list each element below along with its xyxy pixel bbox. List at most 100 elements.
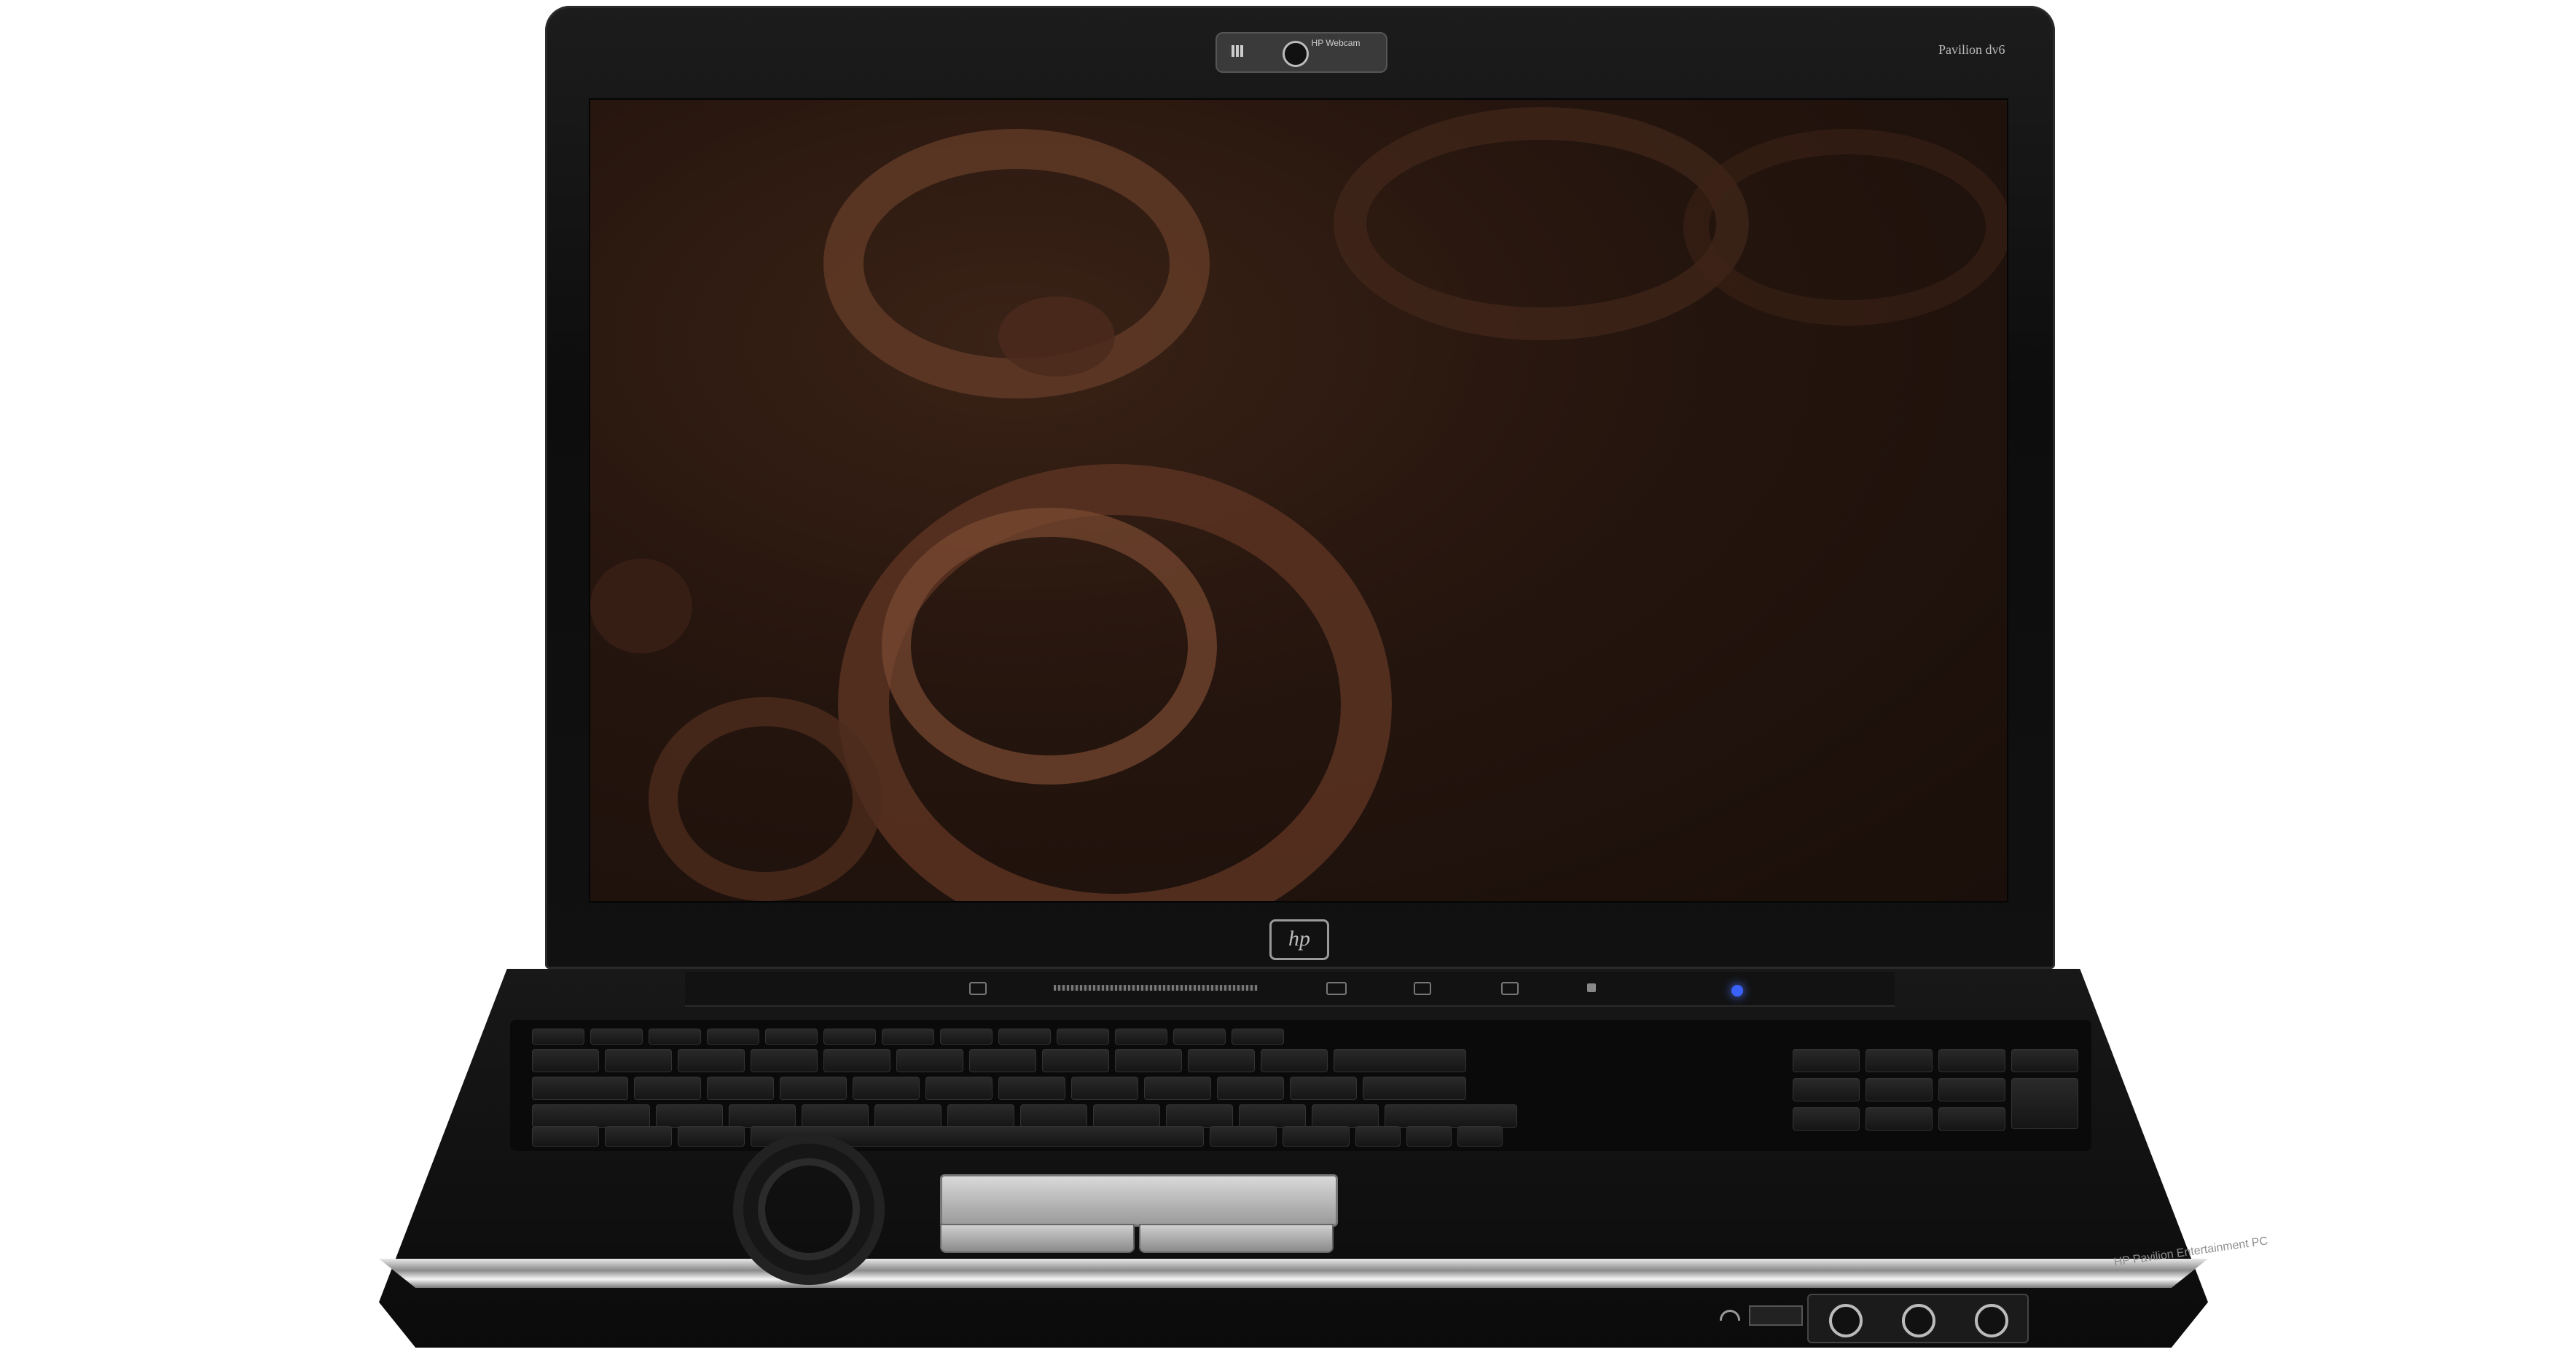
key[interactable] bbox=[1793, 1049, 1860, 1072]
play-pause-button[interactable] bbox=[1326, 982, 1347, 995]
left-click-button[interactable] bbox=[940, 1224, 1135, 1253]
card-reader-slot[interactable] bbox=[1749, 1305, 1803, 1326]
webcam-label: HP Webcam bbox=[1311, 38, 1361, 48]
key[interactable] bbox=[823, 1049, 890, 1072]
key[interactable] bbox=[1020, 1104, 1087, 1128]
key[interactable] bbox=[1363, 1077, 1466, 1100]
key[interactable] bbox=[2011, 1078, 2078, 1129]
previous-track-button[interactable] bbox=[969, 982, 987, 995]
key[interactable] bbox=[1232, 1029, 1284, 1045]
numeric-keypad bbox=[1938, 1049, 2005, 1131]
key[interactable] bbox=[1866, 1078, 1933, 1101]
key[interactable] bbox=[998, 1029, 1051, 1045]
key[interactable] bbox=[707, 1077, 774, 1100]
key[interactable] bbox=[678, 1126, 745, 1147]
key[interactable] bbox=[729, 1104, 796, 1128]
right-click-button[interactable] bbox=[1139, 1224, 1334, 1253]
key[interactable] bbox=[2011, 1049, 2078, 1072]
wallpaper-disc bbox=[590, 559, 692, 653]
key[interactable] bbox=[649, 1029, 701, 1045]
key[interactable] bbox=[1793, 1078, 1860, 1101]
space-bar[interactable] bbox=[751, 1126, 1204, 1147]
key[interactable] bbox=[1093, 1104, 1160, 1128]
key[interactable] bbox=[1385, 1104, 1517, 1128]
power-led-icon bbox=[1731, 985, 1743, 997]
headphone-jack-icon[interactable] bbox=[1975, 1304, 2008, 1337]
keyboard-row bbox=[532, 1104, 1517, 1128]
key[interactable] bbox=[634, 1077, 701, 1100]
key[interactable] bbox=[874, 1104, 941, 1128]
key[interactable] bbox=[1938, 1107, 2005, 1131]
key[interactable] bbox=[605, 1049, 672, 1072]
hp-logo: hp bbox=[1269, 919, 1329, 960]
key[interactable] bbox=[532, 1104, 650, 1128]
palmrest-swirl-decoration bbox=[758, 1158, 860, 1260]
key[interactable] bbox=[1166, 1104, 1233, 1128]
key[interactable] bbox=[1239, 1104, 1306, 1128]
key[interactable] bbox=[532, 1077, 628, 1100]
key[interactable] bbox=[605, 1126, 672, 1147]
key[interactable] bbox=[1938, 1078, 2005, 1101]
key[interactable] bbox=[802, 1104, 869, 1128]
key[interactable] bbox=[1938, 1049, 2005, 1072]
key[interactable] bbox=[1334, 1049, 1466, 1072]
key[interactable] bbox=[1115, 1049, 1182, 1072]
key[interactable] bbox=[1115, 1029, 1167, 1045]
key[interactable] bbox=[707, 1029, 759, 1045]
touchpad[interactable] bbox=[940, 1174, 1338, 1227]
key[interactable] bbox=[998, 1077, 1065, 1100]
key[interactable] bbox=[765, 1029, 818, 1045]
key[interactable] bbox=[969, 1049, 1036, 1072]
key[interactable] bbox=[1144, 1077, 1211, 1100]
microphone-jack-icon[interactable] bbox=[1829, 1304, 1863, 1337]
media-control-strip bbox=[685, 972, 1895, 1007]
key[interactable] bbox=[940, 1029, 993, 1045]
key[interactable] bbox=[882, 1029, 934, 1045]
key[interactable] bbox=[1188, 1049, 1255, 1072]
key[interactable] bbox=[751, 1049, 818, 1072]
arrow-key[interactable] bbox=[1355, 1126, 1401, 1147]
stop-button[interactable] bbox=[1414, 982, 1431, 995]
mute-button[interactable] bbox=[1587, 983, 1596, 992]
key[interactable] bbox=[656, 1104, 723, 1128]
wallpaper-ring bbox=[882, 508, 1217, 785]
volume-slider[interactable] bbox=[1054, 985, 1258, 991]
key[interactable] bbox=[1057, 1029, 1109, 1045]
key[interactable] bbox=[947, 1104, 1014, 1128]
keyboard-row bbox=[532, 1077, 1466, 1100]
wallpaper-disc bbox=[998, 296, 1115, 377]
key[interactable] bbox=[590, 1029, 643, 1045]
key[interactable] bbox=[1866, 1107, 1933, 1131]
headphone-jack-icon[interactable] bbox=[1902, 1304, 1935, 1337]
key[interactable] bbox=[678, 1049, 745, 1072]
key[interactable] bbox=[1042, 1049, 1109, 1072]
key[interactable] bbox=[1866, 1049, 1933, 1072]
key[interactable] bbox=[823, 1029, 876, 1045]
key[interactable] bbox=[896, 1049, 963, 1072]
key[interactable] bbox=[532, 1126, 599, 1147]
key[interactable] bbox=[1290, 1077, 1357, 1100]
keyboard-row-bottom bbox=[532, 1126, 1503, 1147]
numeric-keypad bbox=[2011, 1049, 2078, 1129]
key[interactable] bbox=[1210, 1126, 1277, 1147]
key[interactable] bbox=[1312, 1104, 1379, 1128]
arrow-key[interactable] bbox=[1457, 1126, 1503, 1147]
key[interactable] bbox=[780, 1077, 847, 1100]
key[interactable] bbox=[1173, 1029, 1226, 1045]
key[interactable] bbox=[1071, 1077, 1138, 1100]
webcam-grid-icon bbox=[1232, 45, 1243, 57]
display-wallpaper bbox=[589, 98, 2008, 903]
key[interactable] bbox=[532, 1029, 584, 1045]
key[interactable] bbox=[532, 1049, 599, 1072]
chrome-trim bbox=[379, 1259, 2208, 1288]
next-track-button[interactable] bbox=[1501, 982, 1519, 995]
wallpaper-ring bbox=[1683, 129, 2007, 326]
key[interactable] bbox=[1793, 1107, 1860, 1131]
key[interactable] bbox=[1217, 1077, 1284, 1100]
key[interactable] bbox=[1283, 1126, 1350, 1147]
key[interactable] bbox=[853, 1077, 920, 1100]
key[interactable] bbox=[1261, 1049, 1328, 1072]
model-label: Pavilion dv6 bbox=[1938, 42, 2005, 57]
key[interactable] bbox=[925, 1077, 993, 1100]
arrow-key[interactable] bbox=[1406, 1126, 1452, 1147]
